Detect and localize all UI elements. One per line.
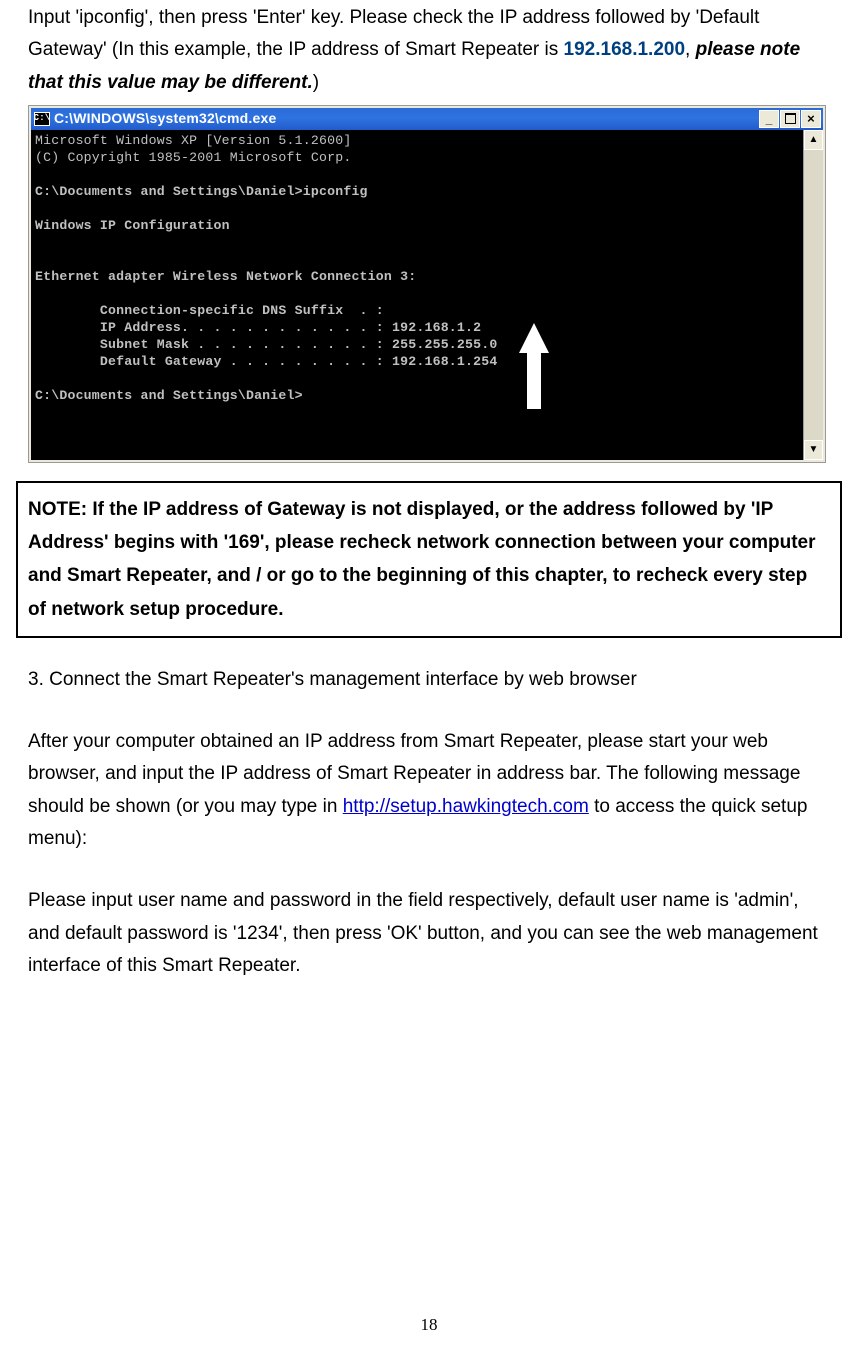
maximize-button[interactable] — [780, 110, 800, 128]
cmd-output: Microsoft Windows XP [Version 5.1.2600] … — [31, 130, 803, 460]
close-button[interactable]: × — [801, 110, 821, 128]
scroll-up-icon[interactable]: ▲ — [804, 130, 823, 150]
intro-paragraph: Input 'ipconfig', then press 'Enter' key… — [28, 2, 830, 99]
intro-sep: , — [685, 39, 696, 60]
ip-example: 192.168.1.200 — [564, 39, 686, 60]
step3-heading: 3. Connect the Smart Repeater's manageme… — [28, 664, 830, 696]
cmd-title-text: C:\WINDOWS\system32\cmd.exe — [54, 107, 759, 131]
cmd-titlebar: C:\ C:\WINDOWS\system32\cmd.exe _ × — [31, 108, 823, 130]
cmd-window: C:\ C:\WINDOWS\system32\cmd.exe _ × Micr… — [28, 105, 826, 463]
arrow-up-icon — [519, 323, 549, 411]
cmd-icon: C:\ — [34, 112, 50, 126]
minimize-button[interactable]: _ — [759, 110, 779, 128]
cmd-window-buttons: _ × — [759, 110, 821, 128]
intro-close: ) — [313, 72, 319, 93]
cmd-scrollbar[interactable]: ▲ ▼ — [803, 130, 823, 460]
step3-paragraph-2: Please input user name and password in t… — [28, 885, 830, 982]
page-number: 18 — [0, 1311, 858, 1340]
note-text: NOTE: If the IP address of Gateway is no… — [28, 499, 816, 620]
note-box: NOTE: If the IP address of Gateway is no… — [16, 481, 842, 638]
scroll-track[interactable] — [804, 150, 823, 440]
setup-link[interactable]: http://setup.hawkingtech.com — [343, 796, 589, 817]
scroll-down-icon[interactable]: ▼ — [804, 440, 823, 460]
step3-paragraph-1: After your computer obtained an IP addre… — [28, 726, 830, 855]
